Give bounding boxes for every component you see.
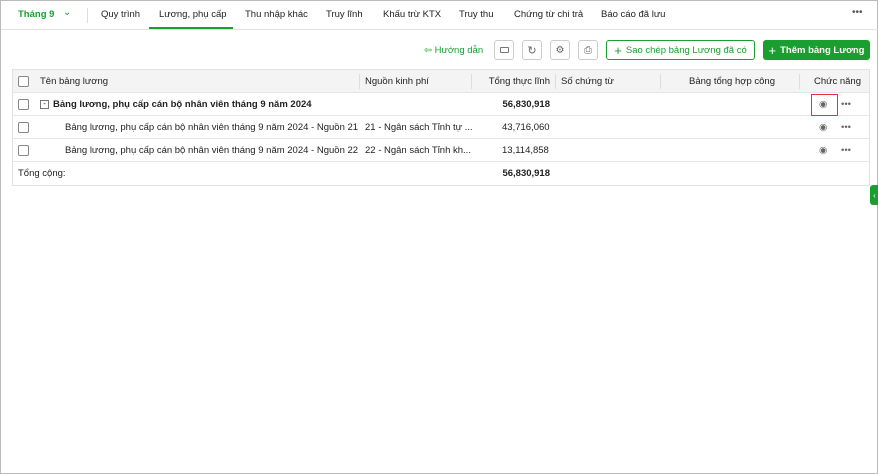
tab-chung-tu-chi-tra[interactable]: Chứng từ chi trả <box>514 9 583 20</box>
row-total: 56,830,918 <box>502 98 550 110</box>
divider <box>87 8 88 23</box>
footer-label: Tổng cộng: <box>18 168 66 179</box>
eye-icon[interactable]: ◉ <box>819 116 827 138</box>
table-row[interactable]: Bảng lương, phụ cấp cán bộ nhân viên thá… <box>13 116 869 139</box>
signpost-icon: ⇦ <box>424 45 432 56</box>
add-label: Thêm bảng Lương <box>780 44 865 56</box>
print-button[interactable]: ⎙ <box>578 40 598 60</box>
tab-truy-linh[interactable]: Truy lĩnh <box>326 9 363 20</box>
refresh-icon: ↻ <box>527 44 537 57</box>
month-select[interactable]: Tháng 9 <box>18 9 54 20</box>
row-name: Bảng lương, phụ cấp cán bộ nhân viên thá… <box>65 144 359 156</box>
active-tab-indicator <box>149 27 233 29</box>
footer-total: 56,830,918 <box>502 168 550 179</box>
tab-truy-thu[interactable]: Truy thu <box>459 9 494 20</box>
chevron-left-icon: ‹ <box>873 190 876 200</box>
row-checkbox[interactable] <box>18 121 29 133</box>
chevron-down-icon[interactable]: ⌄ <box>63 7 71 18</box>
row-checkbox[interactable] <box>18 144 29 156</box>
row-total: 43,716,060 <box>502 121 550 133</box>
add-salary-button[interactable]: + Thêm bảng Lương <box>763 40 870 60</box>
row-name: Bảng lương, phụ cấp cán bộ nhân viên thá… <box>65 121 359 133</box>
tab-luong-phu-cap[interactable]: Lương, phụ cấp <box>159 9 227 20</box>
copy-label: Sao chép bảng Lương đã có <box>625 44 747 56</box>
guide-label: Hướng dẫn <box>434 45 484 56</box>
more-icon[interactable]: ••• <box>852 7 863 18</box>
plus-icon: + <box>614 42 622 58</box>
row-source: 22 - Ngân sách Tỉnh kh... <box>365 144 471 156</box>
side-panel-toggle[interactable]: ‹ <box>870 185 878 205</box>
col-actions: Chức năng <box>813 75 861 87</box>
more-actions-icon[interactable]: ••• <box>841 93 851 115</box>
more-actions-icon[interactable]: ••• <box>841 116 851 138</box>
gear-icon: ⚙ <box>555 44 565 56</box>
tab-quy-trinh[interactable]: Quy trình <box>101 9 140 20</box>
row-checkbox[interactable] <box>18 98 29 110</box>
tab-thu-nhap-khac[interactable]: Thu nhập khác <box>245 9 308 20</box>
col-source: Nguồn kinh phí <box>365 75 429 87</box>
row-total: 13,114,858 <box>502 144 549 156</box>
keyboard-button[interactable] <box>494 40 514 60</box>
print-icon: ⎙ <box>584 44 592 56</box>
refresh-button[interactable]: ↻ <box>522 40 542 60</box>
col-timesheet: Bảng tổng hợp công <box>689 75 775 87</box>
table-row[interactable]: Bảng lương, phụ cấp cán bộ nhân viên thá… <box>13 139 869 162</box>
table-row[interactable]: - Bảng lương, phụ cấp cán bộ nhân viên t… <box>13 93 869 116</box>
top-nav: Tháng 9 ⌄ Quy trình Lương, phụ cấp Thu n… <box>1 1 878 30</box>
select-all-checkbox[interactable] <box>18 75 29 87</box>
table-footer: Tổng cộng: 56,830,918 <box>13 162 869 185</box>
plus-icon: + <box>768 42 777 58</box>
salary-table: Tên bảng lương Nguồn kinh phí Tổng thực … <box>12 69 870 186</box>
row-name: Bảng lương, phụ cấp cán bộ nhân viên thá… <box>53 98 312 110</box>
keyboard-icon <box>499 47 509 53</box>
collapse-icon[interactable]: - <box>40 99 49 109</box>
tab-khau-tru-ktx[interactable]: Khấu trừ KTX <box>383 9 441 20</box>
more-actions-icon[interactable]: ••• <box>841 139 851 161</box>
copy-salary-button[interactable]: + Sao chép bảng Lương đã có <box>606 40 755 60</box>
row-source: 21 - Ngân sách Tỉnh tự ... <box>365 121 473 133</box>
table-header: Tên bảng lương Nguồn kinh phí Tổng thực … <box>13 70 869 93</box>
col-voucher: Số chứng từ <box>561 75 614 87</box>
guide-link[interactable]: ⇦ Hướng dẫn <box>424 45 483 56</box>
tab-bao-cao-da-luu[interactable]: Báo cáo đã lưu <box>601 9 665 20</box>
col-total: Tổng thực lĩnh <box>488 75 550 87</box>
eye-icon[interactable]: ◉ <box>819 93 827 115</box>
settings-button[interactable]: ⚙ <box>550 40 570 60</box>
eye-icon[interactable]: ◉ <box>819 139 827 161</box>
col-name: Tên bảng lương <box>40 75 109 87</box>
